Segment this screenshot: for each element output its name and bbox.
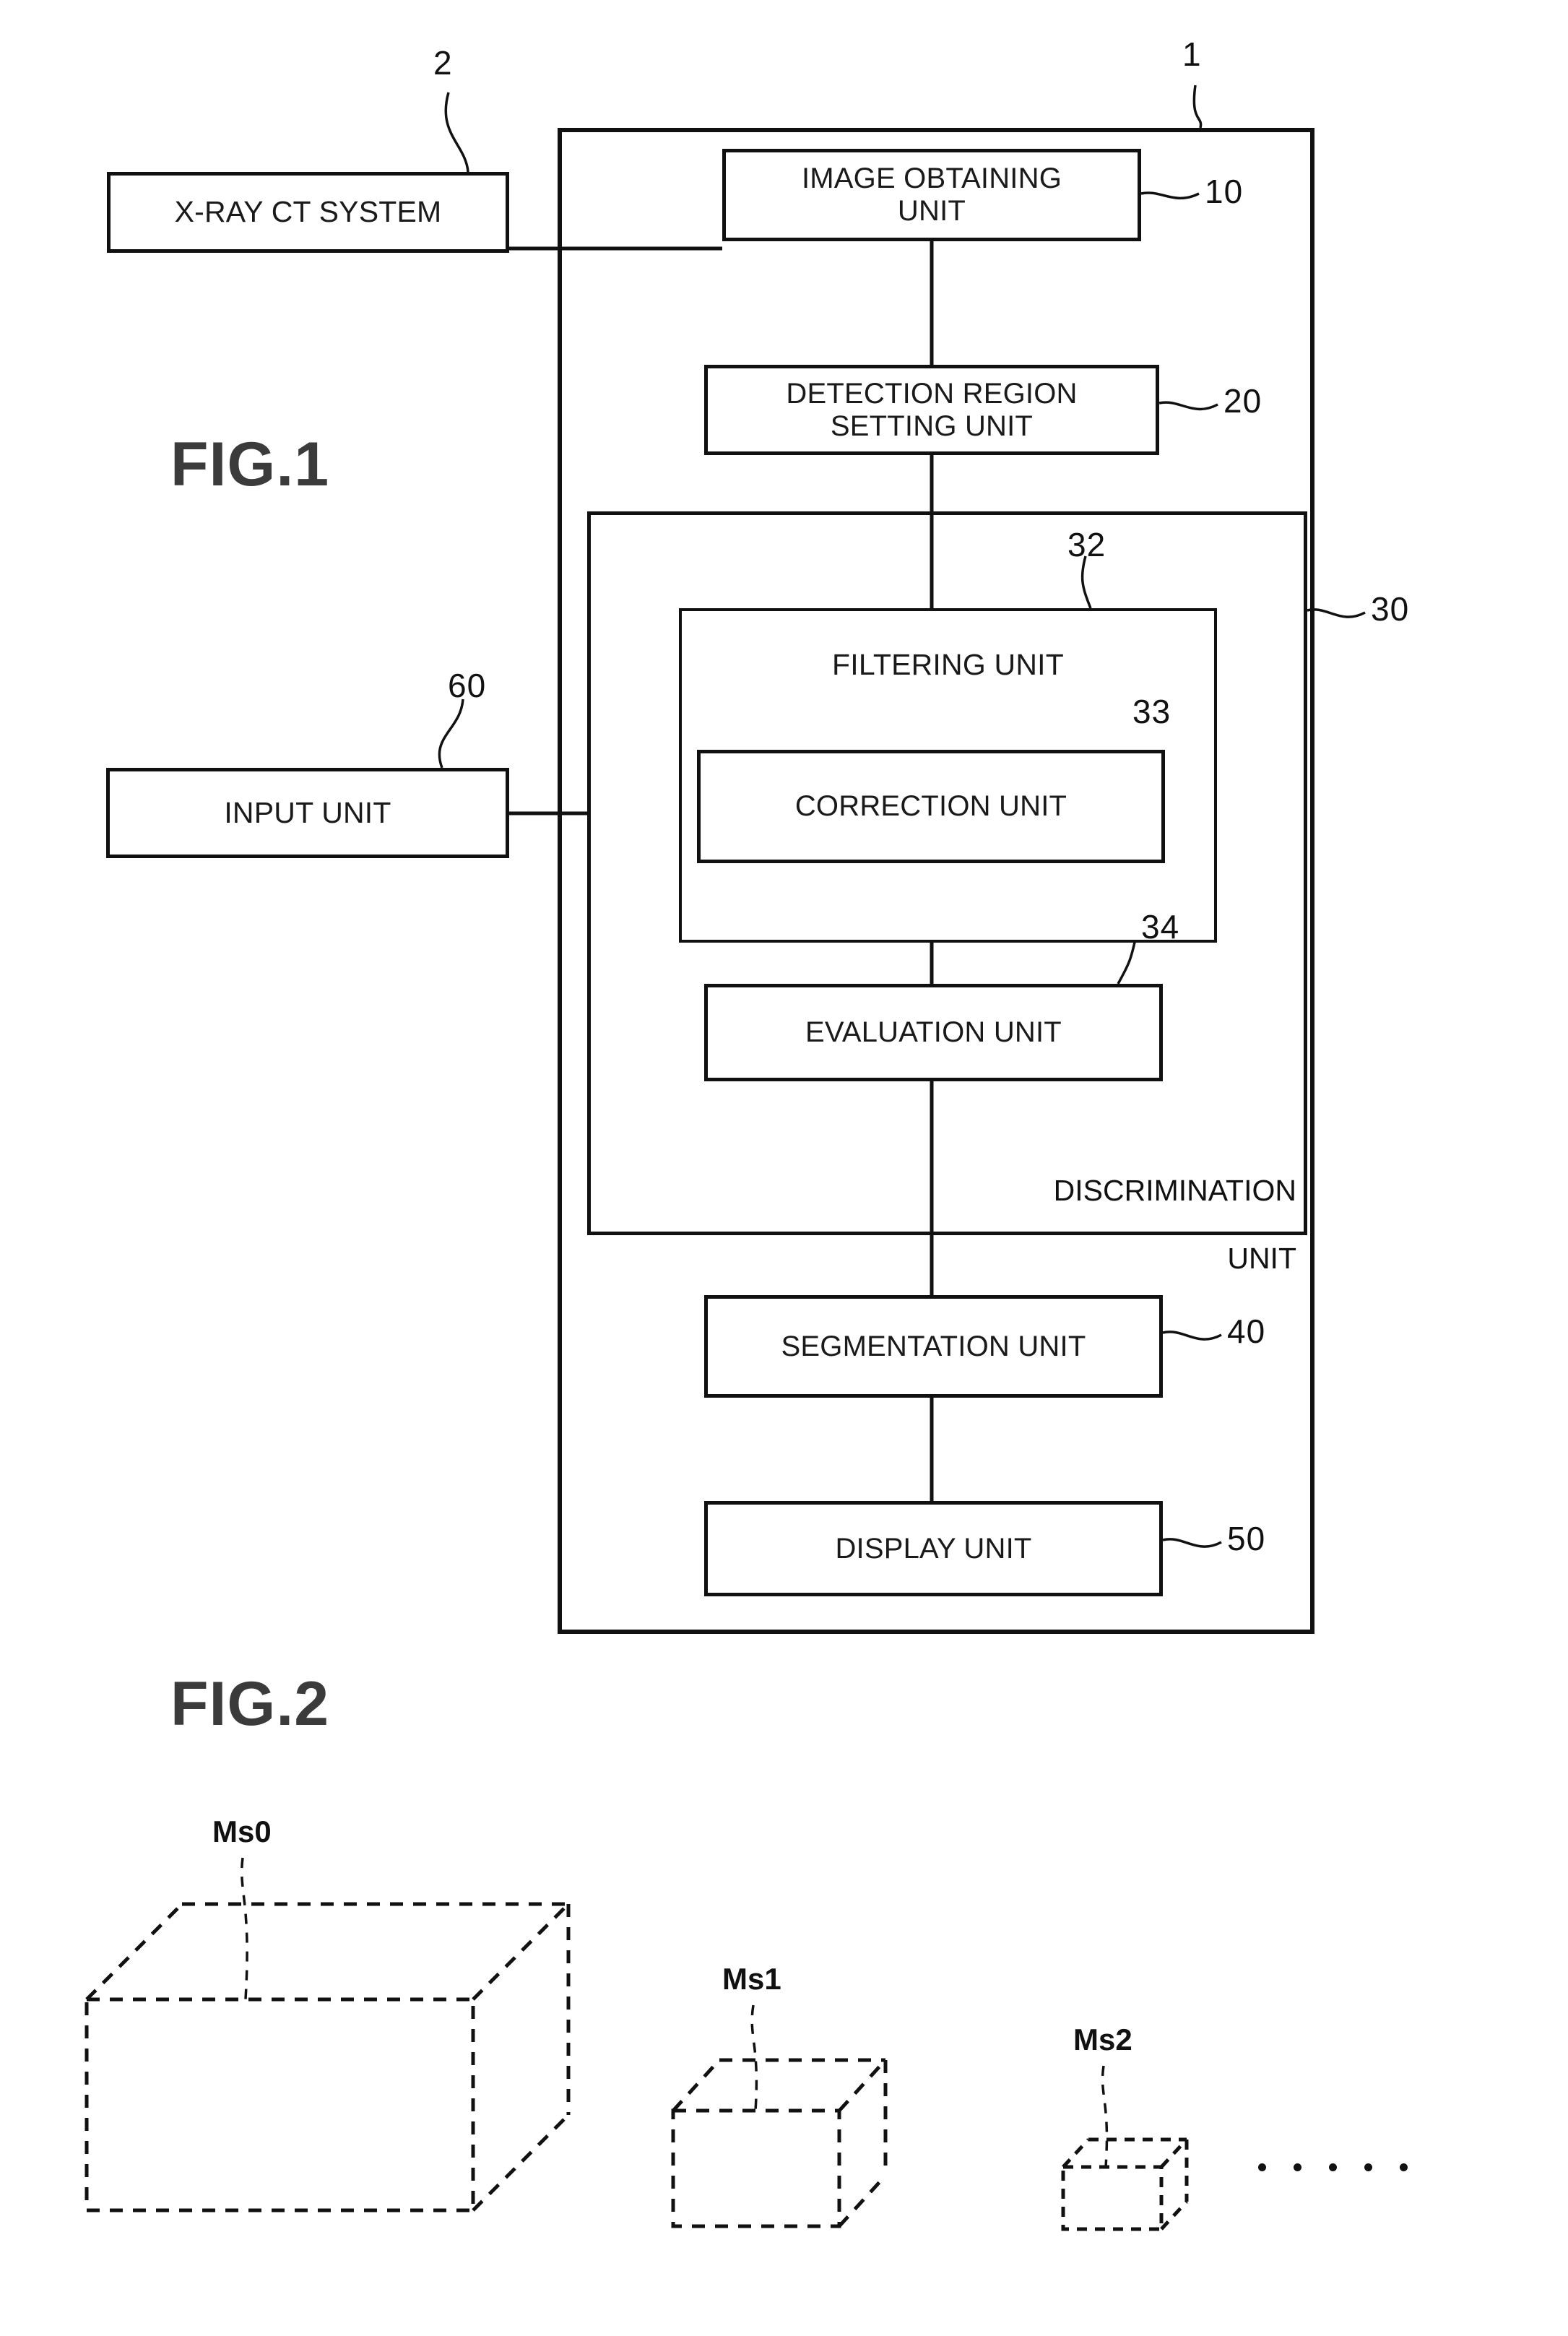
image-obtaining-unit-label-line2: UNIT bbox=[897, 195, 966, 227]
xray-ct-system-label: X-RAY CT SYSTEM bbox=[174, 195, 442, 229]
image-obtaining-unit-label-line1: IMAGE OBTAINING bbox=[801, 163, 1062, 195]
cube-ms0 bbox=[85, 1902, 571, 2212]
reference-numeral-20: 20 bbox=[1223, 382, 1262, 420]
figure-1-title: FIG.1 bbox=[170, 430, 330, 499]
image-obtaining-unit-block[interactable]: IMAGE OBTAINING UNIT bbox=[722, 149, 1141, 241]
reference-numeral-1: 1 bbox=[1182, 35, 1202, 73]
reference-numeral-32: 32 bbox=[1067, 526, 1106, 563]
reference-numeral-33: 33 bbox=[1132, 693, 1171, 730]
ms2-label: Ms2 bbox=[1073, 2023, 1132, 2056]
ms1-label: Ms1 bbox=[722, 1962, 781, 1996]
image-obtaining-unit-label: IMAGE OBTAINING UNIT bbox=[796, 163, 1067, 228]
detection-region-setting-unit-label: DETECTION REGION SETTING UNIT bbox=[780, 378, 1083, 443]
reference-numeral-40: 40 bbox=[1227, 1312, 1266, 1350]
ellipsis-dot bbox=[1364, 2163, 1372, 2171]
cube-ms1 bbox=[671, 2058, 888, 2228]
reference-numeral-34: 34 bbox=[1141, 908, 1180, 946]
leader-ms1 bbox=[750, 2004, 758, 2111]
ellipsis-dot bbox=[1258, 2163, 1266, 2171]
correction-unit-block[interactable]: CORRECTION UNIT bbox=[697, 750, 1165, 863]
correction-unit-label: CORRECTION UNIT bbox=[794, 790, 1067, 823]
ellipsis-dot bbox=[1294, 2163, 1301, 2171]
leader-ref-60 bbox=[438, 698, 464, 769]
ms0-label: Ms0 bbox=[212, 1814, 272, 1848]
reference-numeral-50: 50 bbox=[1227, 1520, 1266, 1557]
xray-ct-system-block[interactable]: X-RAY CT SYSTEM bbox=[107, 172, 509, 253]
reference-numeral-60: 60 bbox=[448, 667, 487, 704]
leader-ms0 bbox=[241, 1857, 248, 2000]
leader-ref-2 bbox=[444, 92, 469, 173]
patent-figure-sheet: FIG.1 X-RAY CT SYSTEM IMAGE OBTAINING UN… bbox=[0, 0, 1568, 2336]
leader-ref-1 bbox=[1192, 85, 1203, 129]
cube-ms2 bbox=[1061, 2137, 1189, 2231]
ellipsis-dot bbox=[1329, 2163, 1337, 2171]
filtering-unit-label: FILTERING UNIT bbox=[832, 648, 1064, 681]
segmentation-unit-label: SEGMENTATION UNIT bbox=[781, 1330, 1086, 1362]
detection-region-setting-unit-block[interactable]: DETECTION REGION SETTING UNIT bbox=[704, 365, 1159, 455]
evaluation-unit-block[interactable]: EVALUATION UNIT bbox=[704, 984, 1163, 1081]
ellipsis-dots bbox=[1258, 2163, 1408, 2171]
ellipsis-dot bbox=[1400, 2163, 1408, 2171]
leader-ms2 bbox=[1101, 2065, 1109, 2168]
reference-numeral-10: 10 bbox=[1205, 173, 1244, 210]
reference-numeral-2: 2 bbox=[433, 44, 453, 82]
input-unit-block[interactable]: INPUT UNIT bbox=[106, 768, 509, 858]
input-unit-label: INPUT UNIT bbox=[224, 795, 391, 829]
detection-region-setting-unit-label-line2: SETTING UNIT bbox=[830, 410, 1034, 442]
display-unit-label: DISPLAY UNIT bbox=[835, 1532, 1032, 1565]
display-unit-block[interactable]: DISPLAY UNIT bbox=[704, 1501, 1163, 1596]
discrimination-unit-label: DISCRIMINATION UNIT bbox=[823, 1140, 1296, 1276]
leader-ref-30 bbox=[1307, 608, 1366, 618]
reference-numeral-30: 30 bbox=[1371, 590, 1410, 628]
discrimination-unit-label-line1: DISCRIMINATION bbox=[1053, 1174, 1296, 1208]
detection-region-setting-unit-label-line1: DETECTION REGION bbox=[786, 377, 1078, 410]
evaluation-unit-label: EVALUATION UNIT bbox=[805, 1016, 1062, 1049]
discrimination-unit-label-line2: UNIT bbox=[1227, 1242, 1296, 1276]
figure-2-title: FIG.2 bbox=[170, 1669, 330, 1739]
segmentation-unit-block[interactable]: SEGMENTATION UNIT bbox=[704, 1295, 1163, 1398]
